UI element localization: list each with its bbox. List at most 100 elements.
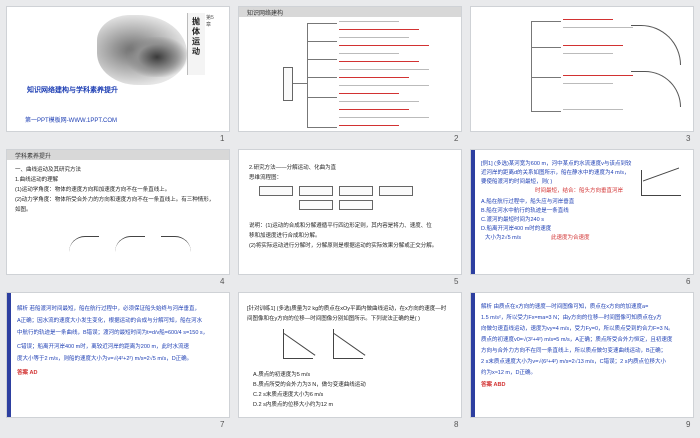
leaf-line bbox=[563, 19, 613, 20]
branch bbox=[531, 111, 561, 112]
text-line: [针对训练1] (多选)质量为2 kg的质点在xOy平面内做曲线运动，在x方向的… bbox=[247, 306, 447, 312]
header-text: 知识网络建构 bbox=[247, 11, 284, 17]
slide-number-5: 5 bbox=[454, 277, 459, 286]
flow-box bbox=[379, 186, 413, 196]
leaf-line bbox=[339, 85, 429, 86]
leaf-line bbox=[339, 53, 399, 54]
slide-grid: 抛体运动 第5章 知识网络建构与学科素养提升 第一PPT模板网-WWW.1PPT… bbox=[0, 0, 700, 438]
text-line: 质点的初速度v0=√(3²+4²) m/s=5 m/s，A正确；质点所受合外力恒… bbox=[481, 337, 673, 343]
branch bbox=[531, 21, 561, 22]
connector bbox=[293, 83, 307, 84]
header-text: 学科素养提升 bbox=[15, 154, 52, 160]
slide-number-8: 8 bbox=[454, 420, 459, 429]
answer-text: 答案 ABD bbox=[481, 382, 506, 388]
branch bbox=[307, 127, 337, 128]
branch bbox=[307, 77, 337, 78]
trajectory-diagram bbox=[631, 25, 681, 65]
text-line: C.2 s末质点速度大小为6 m/s bbox=[253, 392, 324, 398]
text-line: 解析 若船渡河时间最短，船在航行过程中，必须保证船头始终与河岸垂直， bbox=[17, 306, 201, 312]
leaf-line bbox=[339, 101, 419, 102]
leaf-line bbox=[339, 21, 399, 22]
text-line: [例1] (多选)某河宽为600 m，河中某点的水流速度v与该点到较 bbox=[481, 161, 632, 167]
connector bbox=[531, 21, 532, 111]
text-line: 1.5 m/s²，所以受力Fx=ma=3 N；由y方向的位移—时间图像可知质点在… bbox=[481, 315, 662, 321]
slide-number-2: 2 bbox=[454, 134, 459, 143]
text-line: 思维流程图： bbox=[249, 175, 283, 181]
accent-stripe bbox=[471, 293, 475, 417]
slide-title: 抛体运动 bbox=[192, 17, 200, 56]
text-line: 如图。 bbox=[15, 207, 32, 213]
slide-7-thumbnail[interactable]: 解析 若船渡河时间最短，船在航行过程中，必须保证船头始终与河岸垂直， A正确；因… bbox=[6, 292, 230, 418]
watermark-text: 第一PPT模板网-WWW.1PPT.COM bbox=[25, 118, 117, 124]
slide-number-6: 6 bbox=[686, 277, 691, 286]
text-line: 2 s末质点速度大小为v=√(6²+4²) m/s=2√13 m/s，C错误；2… bbox=[481, 359, 666, 365]
slide-number-3: 3 bbox=[686, 134, 691, 143]
text-line: A正确；因水流的速度大小发生变化，根据运动的合成与分解可知，船在河水 bbox=[17, 318, 203, 324]
text-line: 2.研究方法——分解运动、化曲为直 bbox=[249, 165, 337, 171]
slide-5-thumbnail[interactable]: 2.研究方法——分解运动、化曲为直 思维流程图： 说明：(1)运动的合成和分解遵… bbox=[238, 149, 462, 275]
slide-1-thumbnail[interactable]: 抛体运动 第5章 知识网络建构与学科素养提升 第一PPT模板网-WWW.1PPT… bbox=[6, 6, 230, 132]
text-line: C.渡河的最短时间为240 s bbox=[481, 217, 544, 223]
force-diagram-2 bbox=[115, 236, 145, 252]
accent-stripe bbox=[471, 150, 475, 274]
slide-number-9: 9 bbox=[686, 420, 691, 429]
text-line: (2)将实际运动进行分解时，分解原则是根据运动的实际效果分解或正交分解。 bbox=[249, 243, 438, 249]
leaf-line bbox=[339, 117, 429, 118]
text-line: B.船在河水中航行的轨迹是一条直线 bbox=[481, 208, 569, 214]
root-node bbox=[283, 67, 293, 101]
trajectory-diagram-2 bbox=[631, 71, 681, 107]
text-line: 移和加速度进行合成和分解。 bbox=[249, 233, 321, 239]
leaf-line bbox=[339, 77, 409, 78]
force-diagram-1 bbox=[69, 236, 99, 252]
text-line: 中航行的轨迹是一条曲线，B错误；渡河的最短时间为t=d/v船=600/4 s=1… bbox=[17, 330, 209, 336]
leaf-line bbox=[339, 109, 409, 110]
leaf-line bbox=[339, 69, 429, 70]
text-line: 要使船渡河的时间最短，则( ) bbox=[481, 179, 553, 185]
branch bbox=[531, 47, 561, 48]
text-line: 度大小等于2 m/s，则船的速度大小为v=√(4²+2²) m/s=2√5 m/… bbox=[17, 356, 193, 362]
slide-number-4: 4 bbox=[220, 277, 225, 286]
text-line: 间图像和在y方向的位移—时间图像分别如图所示。下列说法正确的是( ) bbox=[247, 316, 420, 322]
slide-number-1: 1 bbox=[220, 134, 225, 143]
leaf-line bbox=[339, 37, 409, 38]
leaf-line bbox=[339, 125, 399, 126]
slide-6-thumbnail[interactable]: [例1] (多选)某河宽为600 m，河中某点的水流速度v与该点到较 近河岸的距… bbox=[470, 149, 694, 275]
branch bbox=[307, 97, 337, 98]
connector bbox=[307, 23, 308, 127]
flow-box bbox=[299, 200, 333, 210]
text-line: 解析 由质点在x方向的速度—时间图像可知，质点在x方向的加速度a= bbox=[481, 304, 649, 310]
text-line: 1.曲线运动的理解 bbox=[15, 177, 59, 183]
text-line: 一、曲线运动及其研究方法 bbox=[15, 167, 82, 173]
text-line: 约为x≈12 m，D正确。 bbox=[481, 370, 536, 376]
text-line: C错误；船离开河岸400 m时，离较近河岸的距离为200 m，此时水流速 bbox=[17, 344, 190, 350]
force-diagram-3 bbox=[161, 236, 191, 252]
text-line: A.质点的初速度为5 m/s bbox=[253, 372, 311, 378]
annotation-note: 此速度为合速度 bbox=[551, 235, 590, 241]
leaf-line bbox=[563, 83, 613, 84]
leaf-line bbox=[563, 45, 623, 46]
branch bbox=[307, 23, 337, 24]
leaf-line bbox=[339, 29, 419, 30]
leaf-line bbox=[339, 93, 399, 94]
flow-box bbox=[299, 186, 333, 196]
leaf-line bbox=[339, 45, 429, 46]
branch bbox=[307, 59, 337, 60]
text-line: A.船在航行过程中，船头应与河岸垂直 bbox=[481, 199, 575, 205]
slide-number-7: 7 bbox=[220, 420, 225, 429]
slide-2-thumbnail[interactable]: 知识网络建构 bbox=[238, 6, 462, 132]
slide-9-thumbnail[interactable]: 解析 由质点在x方向的速度—时间图像可知，质点在x方向的加速度a= 1.5 m/… bbox=[470, 292, 694, 418]
leaf-line bbox=[563, 109, 623, 110]
chapter-label: 第5章 bbox=[206, 15, 214, 28]
text-line: (1)运动学角度：物体的速度方向和加速度方向不在一条直线上。 bbox=[15, 187, 171, 193]
leaf-line bbox=[563, 53, 613, 54]
slide-4-thumbnail[interactable]: 学科素养提升 一、曲线运动及其研究方法 1.曲线运动的理解 (1)运动学角度：物… bbox=[6, 149, 230, 275]
branch bbox=[307, 41, 337, 42]
slide-8-thumbnail[interactable]: [针对训练1] (多选)质量为2 kg的质点在xOy平面内做曲线运动，在x方向的… bbox=[238, 292, 462, 418]
slide-header: 知识网络建构 bbox=[239, 7, 461, 17]
text-line: 近河岸的距离d的关系如图所示，船在静水中的速度为4 m/s， bbox=[481, 170, 630, 176]
text-line: 大小为2√5 m/s bbox=[485, 235, 522, 241]
slide-header: 学科素养提升 bbox=[7, 150, 229, 160]
text-line: D.2 s内质点的位移大小约为12 m bbox=[253, 402, 334, 408]
text-line: D.船离开河岸400 m时的速度 bbox=[481, 226, 552, 232]
slide-3-thumbnail[interactable] bbox=[470, 6, 694, 132]
